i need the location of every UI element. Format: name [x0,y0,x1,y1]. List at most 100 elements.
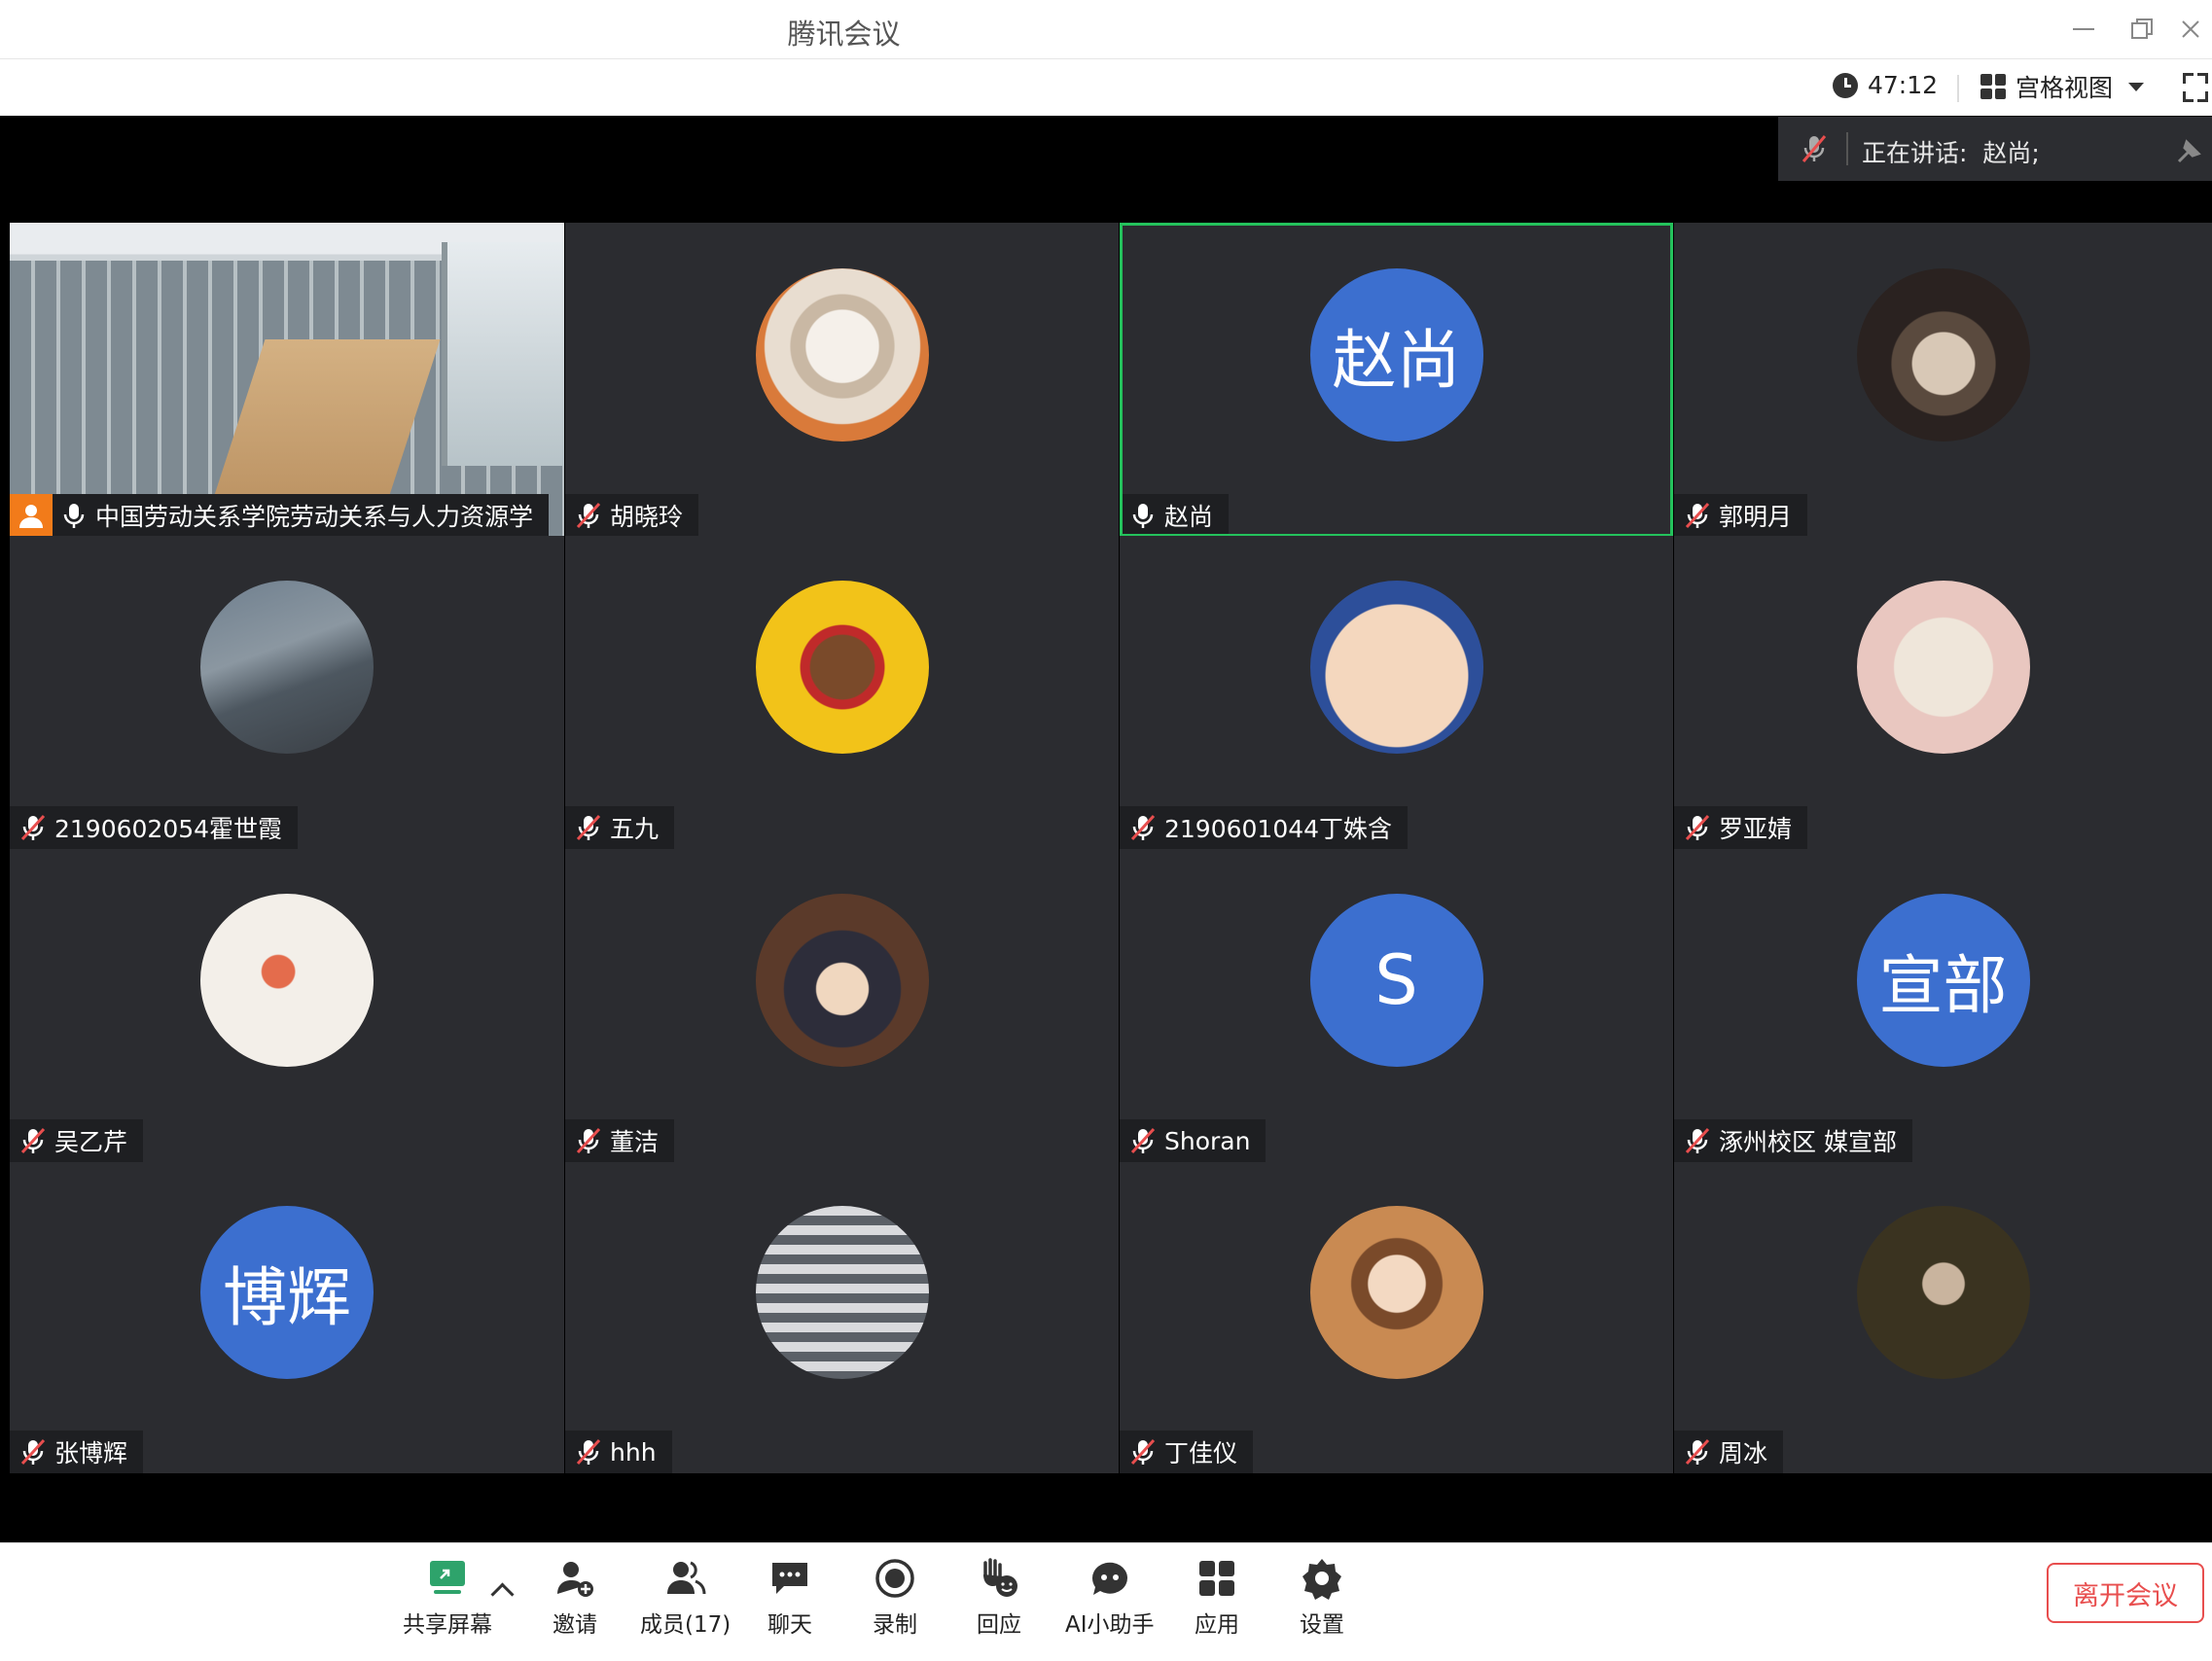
minimize-button[interactable] [2062,12,2105,47]
window-title: 腾讯会议 [787,18,901,51]
record-label: 录制 [873,1612,917,1638]
participant-name: hhh [610,1437,657,1467]
ai-assistant-label: AI小助手 [1065,1612,1155,1638]
divider [1846,132,1848,165]
participant-name: 中国劳动关系学院劳动关系与人力资源学 [95,503,534,531]
participant-name: 张博辉 [54,1439,128,1467]
participant-tile[interactable]: 吴乙芹 [10,849,564,1162]
participant-tile[interactable]: 胡晓玲 [565,223,1119,537]
participant-name: 赵尚 [1164,503,1214,531]
close-button[interactable] [2169,12,2212,47]
clock-icon [1833,72,1858,98]
muted-mic-icon [573,1125,604,1156]
minimize-icon [2073,28,2094,30]
add-user-icon [553,1557,596,1600]
restore-button[interactable] [2121,12,2163,47]
members-button[interactable]: 成员(17) [640,1557,731,1639]
timer-value: 47:12 [1868,71,1939,99]
muted-mic-icon [1127,1436,1159,1467]
participant-name-tag: 吴乙芹 [10,1119,144,1162]
participant-name: 2190601044丁姝含 [1164,815,1393,843]
participant-name: 涿州校区 媒宣部 [1719,1128,1897,1156]
title-bar: 腾讯会议 [0,0,2212,59]
participant-name-tag: 中国劳动关系学院劳动关系与人力资源学 [10,494,550,537]
participant-tile[interactable]: hhh [565,1162,1119,1473]
chat-button[interactable]: 聊天 [767,1557,812,1639]
divider [1957,75,1959,102]
participant-tile[interactable]: 博辉 张博辉 [10,1162,564,1473]
avatar [755,581,929,755]
avatar [1309,1206,1483,1380]
participant-name-tag: 胡晓玲 [565,494,699,537]
leave-meeting-button[interactable]: 离开会议 [2047,1563,2204,1623]
participant-name-tag: 五九 [565,806,675,849]
participant-name-tag: 周冰 [1674,1431,1784,1473]
members-icon [664,1557,707,1600]
participant-name-tag: Shoran [1120,1119,1267,1162]
muted-mic-icon [1682,500,1713,531]
muted-mic-icon [1682,1125,1713,1156]
apps-button[interactable]: 应用 [1195,1557,1239,1639]
view-mode-dropdown[interactable]: 宫格视图 [1980,69,2145,104]
settings-label: 设置 [1300,1612,1344,1638]
participant-name-tag: 郭明月 [1674,494,1808,537]
participant-tile[interactable]: 中国劳动关系学院劳动关系与人力资源学 [10,223,564,537]
view-mode-label: 宫格视图 [2016,74,2114,102]
speaking-label: 正在讲话: [1862,139,1968,167]
fullscreen-button[interactable] [2183,73,2208,102]
apps-grid-icon [1195,1557,1238,1600]
participant-name: 罗亚婧 [1719,815,1793,843]
participant-tile[interactable]: 赵尚 赵尚 [1120,223,1673,537]
participant-name-tag: 赵尚 [1120,494,1230,537]
participant-tile[interactable]: 五九 [565,536,1119,849]
share-screen-icon [426,1557,469,1600]
participant-name: Shoran [1164,1126,1251,1155]
participant-name: 五九 [610,815,660,843]
participant-tile[interactable]: 宣部 涿州校区 媒宣部 [1674,849,2212,1162]
chat-icon [768,1557,811,1600]
participant-name: 郭明月 [1719,503,1793,531]
participant-tile[interactable]: 丁佳仪 [1120,1162,1673,1473]
muted-mic-icon [1127,812,1159,843]
members-label: 成员(17) [640,1612,731,1638]
participant-name: 胡晓玲 [610,503,684,531]
pin-icon[interactable] [2173,134,2206,167]
muted-mic-icon[interactable] [1798,132,1831,169]
share-screen-label: 共享屏幕 [403,1612,492,1638]
participant-tile[interactable]: 2190602054霍世霞 [10,536,564,849]
muted-mic-icon [18,1436,49,1467]
speaking-names: 赵尚; [1982,139,2040,167]
muted-mic-icon [18,812,49,843]
participant-tile[interactable]: 周冰 [1674,1162,2212,1473]
restore-icon [2131,18,2153,39]
muted-mic-icon [1682,812,1713,843]
participant-tile[interactable]: 2190601044丁姝含 [1120,536,1673,849]
avatar [755,267,929,442]
participant-name-tag: 丁佳仪 [1120,1431,1254,1473]
participant-name-tag: 罗亚婧 [1674,806,1808,849]
record-button[interactable]: 录制 [873,1557,917,1639]
muted-mic-icon [573,812,604,843]
participant-tile[interactable]: 郭明月 [1674,223,2212,537]
avatar [755,894,929,1068]
participant-tile[interactable]: S Shoran [1120,849,1673,1162]
share-screen-button[interactable]: 共享屏幕 [403,1557,492,1639]
participant-tile[interactable]: 罗亚婧 [1674,536,2212,849]
react-button[interactable]: 回应 [977,1557,1021,1639]
participant-tile[interactable]: 董洁 [565,849,1119,1162]
settings-button[interactable]: 设置 [1300,1557,1344,1639]
chevron-up-icon[interactable] [490,1582,515,1607]
muted-mic-icon [573,1436,604,1467]
grid-view-icon [1980,74,2006,99]
react-label: 回应 [977,1612,1021,1638]
avatar [200,581,374,755]
invite-button[interactable]: 邀请 [553,1557,597,1639]
participant-name: 周冰 [1719,1439,1768,1467]
avatar [1856,581,2030,755]
host-icon [10,494,53,537]
ai-assistant-button[interactable]: AI小助手 [1065,1557,1155,1639]
participant-name-tag: 2190601044丁姝含 [1120,806,1409,849]
muted-mic-icon [573,500,604,531]
avatar: S [1309,894,1483,1068]
participant-name: 丁佳仪 [1164,1439,1238,1467]
